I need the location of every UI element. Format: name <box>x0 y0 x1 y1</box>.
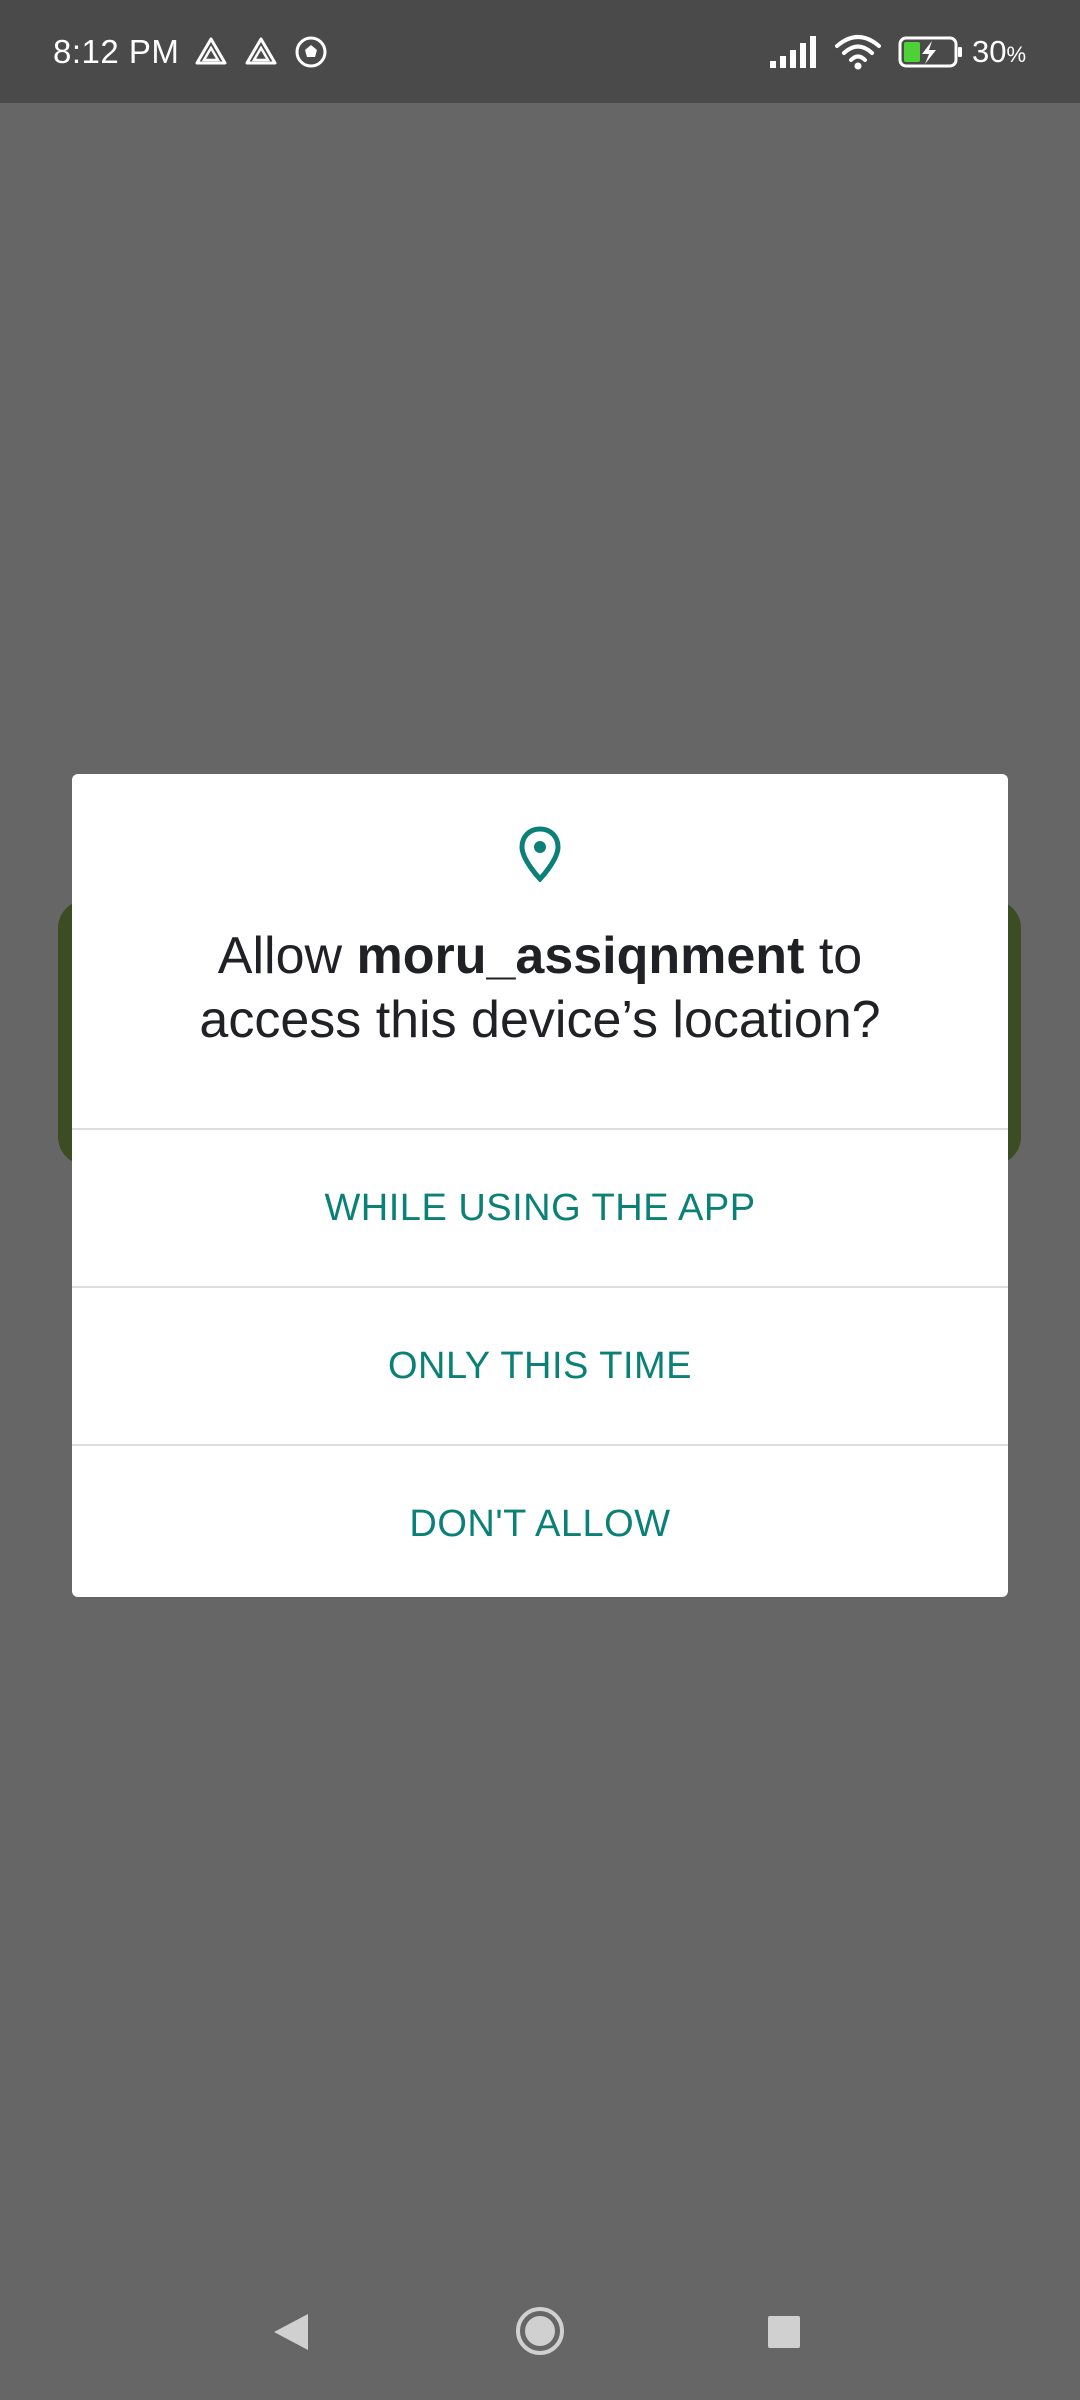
drive-icon <box>193 34 229 70</box>
dialog-title: Allow moru_assiqnment to access this dev… <box>140 924 940 1052</box>
only-this-time-button[interactable]: ONLY THIS TIME <box>72 1288 1008 1444</box>
status-left: 8:12 PM <box>53 33 343 71</box>
navigation-bar <box>0 2262 1080 2400</box>
wifi-icon <box>834 33 882 71</box>
location-permission-dialog: Allow moru_assiqnment to access this dev… <box>72 774 1008 1597</box>
soccer-ball-icon <box>293 34 329 70</box>
app-name: moru_assiqnment <box>356 927 805 985</box>
screen: 8:12 PM 30% Allow moru_assiqnment to acc… <box>0 0 1080 2400</box>
status-right: 30% <box>768 33 1026 71</box>
battery-level: 30% <box>972 34 1026 70</box>
title-line2: access this device’s location? <box>199 991 881 1049</box>
signal-icon <box>768 34 820 70</box>
battery-unit: % <box>1006 41 1026 67</box>
back-icon[interactable] <box>268 2311 314 2353</box>
recents-icon[interactable] <box>766 2314 802 2350</box>
drive-icon <box>243 34 279 70</box>
status-bar: 8:12 PM 30% <box>0 0 1080 103</box>
status-time: 8:12 PM <box>53 32 180 70</box>
while-using-app-button[interactable]: WHILE USING THE APP <box>72 1130 1008 1286</box>
battery-charging-icon <box>898 34 964 70</box>
title-middle: to <box>804 927 863 985</box>
dialog-header: Allow moru_assiqnment to access this dev… <box>72 774 1008 1128</box>
location-pin-icon <box>518 826 562 883</box>
title-prefix: Allow <box>217 927 357 985</box>
dont-allow-button[interactable]: DON'T ALLOW <box>72 1446 1008 1597</box>
battery-value: 30 <box>971 33 1007 69</box>
home-icon[interactable] <box>515 2306 565 2356</box>
